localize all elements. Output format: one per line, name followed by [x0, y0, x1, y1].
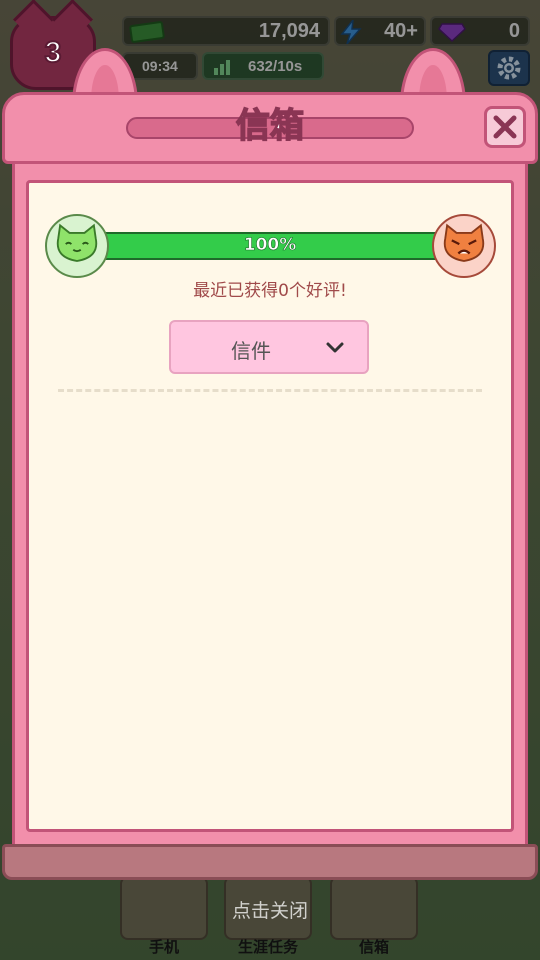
happy-cat-icon	[45, 214, 109, 278]
close-button[interactable]	[484, 106, 526, 148]
rating-status-text: 最近已获得0个好评!	[193, 281, 347, 301]
mail-filter-dropdown[interactable]: 信件	[169, 320, 369, 374]
chevron-down-icon	[326, 342, 344, 353]
rating-progress-label: 100%	[243, 235, 297, 256]
dashed-divider	[58, 389, 482, 392]
level-number: 3	[44, 35, 63, 70]
dropdown-label: 信件	[231, 339, 271, 363]
angry-cat-icon	[432, 214, 496, 278]
close-icon	[493, 115, 517, 139]
modal-footer	[2, 844, 538, 880]
modal-title: 信箱	[235, 105, 305, 147]
tap-to-close-hint[interactable]: 点击关闭	[0, 896, 540, 923]
